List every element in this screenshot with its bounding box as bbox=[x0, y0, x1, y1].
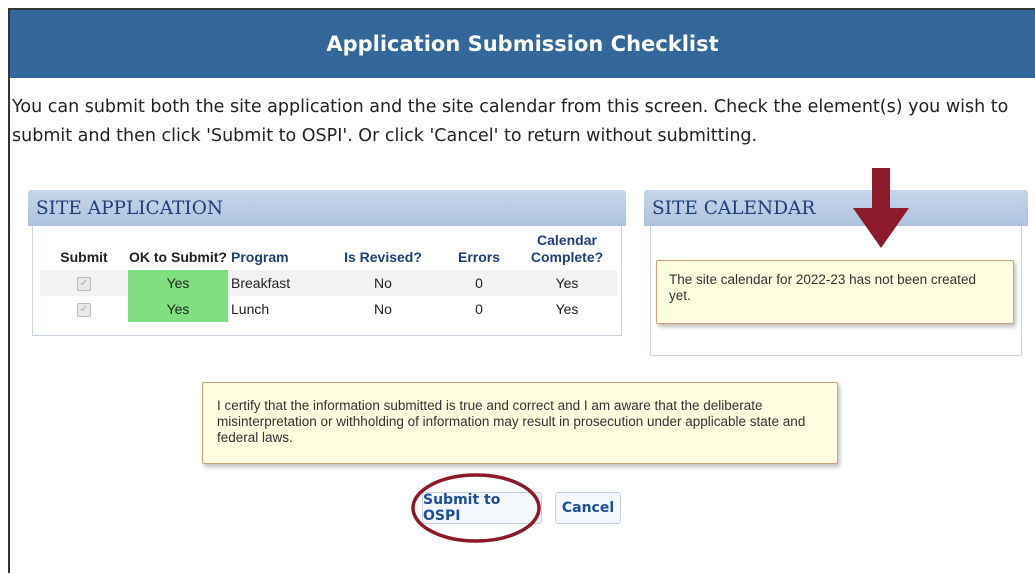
table-row: ✓ Yes Breakfast No 0 Yes bbox=[40, 270, 617, 296]
down-arrow-icon bbox=[853, 168, 909, 248]
calendar-message: The site calendar for 2022-23 has not be… bbox=[656, 260, 1014, 324]
page-title: Application Submission Checklist bbox=[10, 10, 1035, 78]
calendar-cell: Yes bbox=[555, 301, 579, 317]
site-application-table: Submit OK to Submit? Program Is Revised?… bbox=[40, 232, 617, 322]
program-cell: Lunch bbox=[231, 301, 270, 317]
column-header-program: Program bbox=[231, 249, 289, 265]
column-header-ok: OK to Submit? bbox=[129, 249, 227, 265]
certification-text: I certify that the information submitted… bbox=[202, 382, 838, 464]
ok-cell: Yes bbox=[128, 296, 228, 322]
highlight-circle bbox=[411, 473, 541, 543]
column-header-calendar: Calendar Complete? bbox=[530, 232, 604, 265]
site-calendar-header: SITE CALENDAR bbox=[644, 190, 1028, 226]
column-header-errors: Errors bbox=[457, 249, 501, 265]
errors-cell: 0 bbox=[441, 270, 517, 296]
intro-text: You can submit both the site application… bbox=[12, 97, 1009, 146]
column-header-revised: Is Revised? bbox=[344, 249, 422, 265]
revised-cell: No bbox=[325, 270, 441, 296]
table-row: ✓ Yes Lunch No 0 Yes bbox=[40, 296, 617, 322]
ok-cell: Yes bbox=[128, 270, 228, 296]
revised-cell: No bbox=[374, 301, 392, 317]
site-application-header: SITE APPLICATION bbox=[28, 190, 626, 226]
cancel-button[interactable]: Cancel bbox=[555, 492, 621, 524]
program-cell: Breakfast bbox=[228, 270, 325, 296]
column-header-submit: Submit bbox=[60, 249, 108, 265]
calendar-cell: Yes bbox=[517, 270, 617, 296]
submit-checkbox-lunch[interactable]: ✓ bbox=[77, 303, 91, 318]
errors-cell: 0 bbox=[475, 301, 483, 317]
table-header-row: Submit OK to Submit? Program Is Revised?… bbox=[40, 232, 617, 270]
submit-checkbox-breakfast[interactable]: ✓ bbox=[77, 277, 91, 292]
